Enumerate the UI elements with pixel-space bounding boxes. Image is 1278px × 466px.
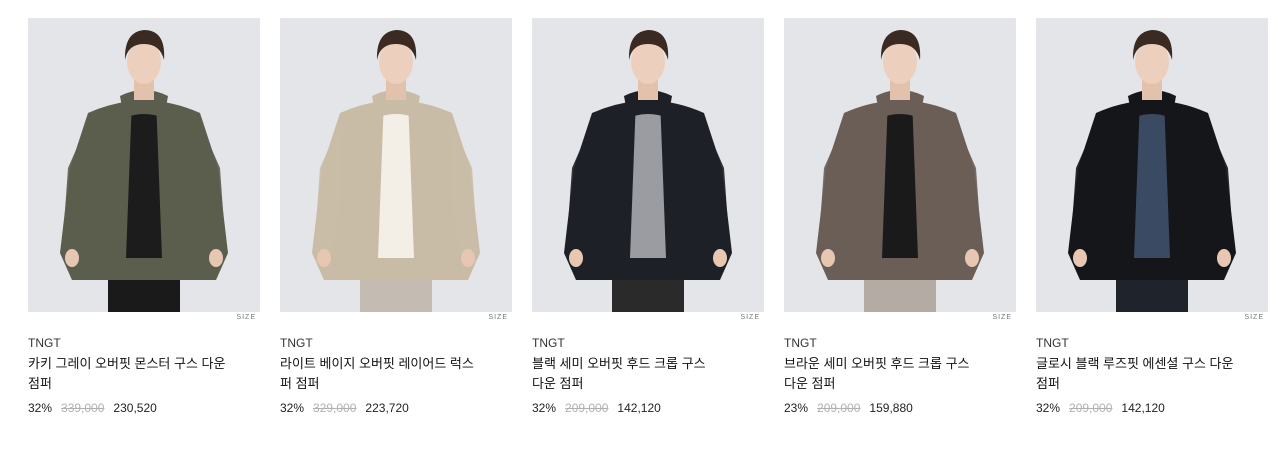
price-row: 32% 329,000 223,720	[280, 400, 512, 416]
product-image[interactable]	[784, 18, 1016, 312]
discount-rate: 32%	[280, 401, 305, 415]
product-image[interactable]	[532, 18, 764, 312]
original-price: 209,000	[1069, 401, 1113, 415]
size-label[interactable]: SIZE	[740, 314, 760, 321]
product-name[interactable]: 라이트 베이지 오버핏 레이어드 럭스 퍼 점퍼	[280, 354, 480, 394]
sale-price: 142,120	[617, 401, 661, 415]
brand-name[interactable]: TNGT	[784, 336, 1016, 350]
product-name[interactable]: 글로시 블랙 루즈핏 에센셜 구스 다운 점퍼	[1036, 354, 1236, 394]
brand-name[interactable]: TNGT	[280, 336, 512, 350]
product-card[interactable]: SIZE TNGT 카키 그레이 오버핏 몬스터 구스 다운 점퍼 32% 33…	[28, 18, 260, 416]
product-card[interactable]: SIZE TNGT 블랙 세미 오버핏 후드 크롭 구스 다운 점퍼 32% 2…	[532, 18, 764, 416]
product-card[interactable]: SIZE TNGT 라이트 베이지 오버핏 레이어드 럭스 퍼 점퍼 32% 3…	[280, 18, 512, 416]
original-price: 209,000	[565, 401, 609, 415]
model-photo-brown-hood-puffer	[816, 30, 984, 312]
size-row: SIZE	[532, 312, 764, 328]
product-name[interactable]: 브라운 세미 오버핏 후드 크롭 구스 다운 점퍼	[784, 354, 984, 394]
size-label[interactable]: SIZE	[236, 314, 256, 321]
model-photo-khaki-parka	[60, 30, 228, 312]
discount-rate: 32%	[1036, 401, 1061, 415]
brand-name[interactable]: TNGT	[532, 336, 764, 350]
brand-name[interactable]: TNGT	[1036, 336, 1268, 350]
discount-rate: 32%	[532, 401, 557, 415]
sale-price: 142,120	[1121, 401, 1165, 415]
sale-price: 223,720	[365, 401, 409, 415]
brand-name[interactable]: TNGT	[28, 336, 260, 350]
price-row: 32% 209,000 142,120	[532, 400, 764, 416]
product-grid: SIZE TNGT 카키 그레이 오버핏 몬스터 구스 다운 점퍼 32% 33…	[28, 18, 1268, 416]
discount-rate: 32%	[28, 401, 53, 415]
model-photo-black-hood-puffer	[564, 30, 732, 312]
price-row: 23% 209,000 159,880	[784, 400, 1016, 416]
price-row: 32% 209,000 142,120	[1036, 400, 1268, 416]
size-row: SIZE	[280, 312, 512, 328]
price-row: 32% 339,000 230,520	[28, 400, 260, 416]
product-card[interactable]: SIZE TNGT 브라운 세미 오버핏 후드 크롭 구스 다운 점퍼 23% …	[784, 18, 1016, 416]
size-label[interactable]: SIZE	[1244, 314, 1264, 321]
sale-price: 230,520	[113, 401, 157, 415]
size-row: SIZE	[784, 312, 1016, 328]
size-row: SIZE	[28, 312, 260, 328]
sale-price: 159,880	[869, 401, 913, 415]
model-photo-glossy-black-puffer	[1068, 30, 1236, 312]
product-image[interactable]	[280, 18, 512, 312]
original-price: 329,000	[313, 401, 357, 415]
model-photo-beige-fur-jacket	[312, 30, 480, 312]
product-card[interactable]: SIZE TNGT 글로시 블랙 루즈핏 에센셜 구스 다운 점퍼 32% 20…	[1036, 18, 1268, 416]
product-image[interactable]	[1036, 18, 1268, 312]
size-row: SIZE	[1036, 312, 1268, 328]
original-price: 209,000	[817, 401, 861, 415]
discount-rate: 23%	[784, 401, 809, 415]
product-name[interactable]: 카키 그레이 오버핏 몬스터 구스 다운 점퍼	[28, 354, 228, 394]
size-label[interactable]: SIZE	[488, 314, 508, 321]
original-price: 339,000	[61, 401, 105, 415]
product-image[interactable]	[28, 18, 260, 312]
size-label[interactable]: SIZE	[992, 314, 1012, 321]
product-name[interactable]: 블랙 세미 오버핏 후드 크롭 구스 다운 점퍼	[532, 354, 732, 394]
